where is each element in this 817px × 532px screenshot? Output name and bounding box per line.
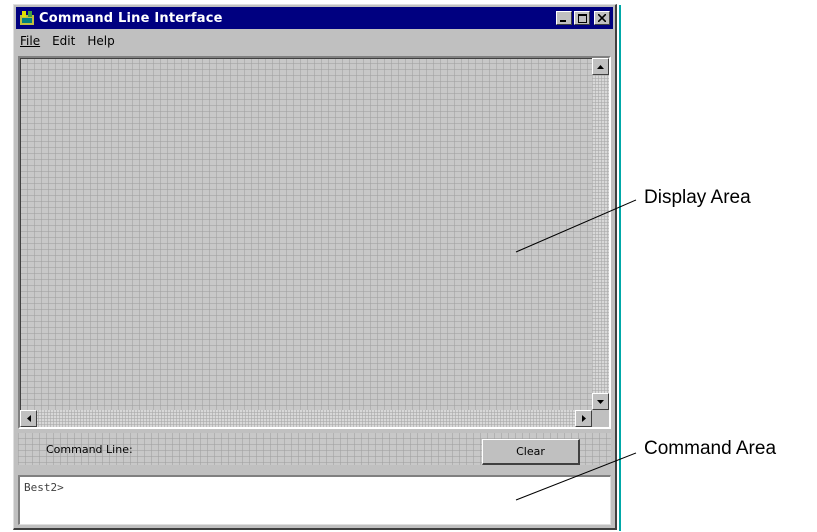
cli-window: Command Line Interface File Edit Help Co…: [13, 4, 621, 531]
app-icon[interactable]: [19, 10, 35, 26]
minimize-icon: [560, 20, 566, 22]
maximize-button[interactable]: [574, 11, 590, 25]
menu-edit[interactable]: Edit: [46, 32, 81, 50]
vertical-scrollbar[interactable]: [592, 58, 609, 410]
menu-bar: File Edit Help: [16, 30, 613, 52]
menu-help[interactable]: Help: [81, 32, 120, 50]
arrow-left-icon: [26, 415, 31, 422]
scroll-up-button[interactable]: [592, 58, 609, 75]
menu-help-label: Help: [87, 34, 115, 48]
command-area-callout: Command Area: [644, 438, 777, 459]
command-input[interactable]: Best2>: [18, 475, 611, 525]
display-content: [20, 58, 609, 427]
menu-edit-label: Edit: [52, 34, 76, 48]
title-bar[interactable]: Command Line Interface: [16, 7, 613, 29]
maximize-icon: [577, 13, 587, 23]
arrow-down-icon: [597, 399, 604, 404]
close-button[interactable]: [594, 11, 610, 25]
clear-button[interactable]: Clear: [482, 439, 580, 465]
minimize-button[interactable]: [556, 11, 572, 25]
command-line-label: Command Line:: [46, 443, 133, 456]
arrow-up-icon: [597, 64, 604, 69]
menu-file-mnemonic: File: [20, 34, 41, 48]
display-area[interactable]: [18, 56, 611, 429]
scroll-right-button[interactable]: [575, 410, 592, 427]
display-area-callout: Display Area: [644, 187, 751, 208]
arrow-right-icon: [581, 415, 586, 422]
command-prompt-text: Best2>: [24, 481, 64, 494]
horizontal-scrollbar[interactable]: [20, 410, 592, 427]
scrollbar-corner: [592, 410, 609, 427]
scroll-left-button[interactable]: [20, 410, 37, 427]
scroll-down-button[interactable]: [592, 393, 609, 410]
command-row: Command Line: Clear: [18, 433, 611, 465]
menu-file[interactable]: File: [16, 32, 46, 50]
window-title: Command Line Interface: [39, 10, 223, 26]
close-icon: [598, 14, 606, 22]
